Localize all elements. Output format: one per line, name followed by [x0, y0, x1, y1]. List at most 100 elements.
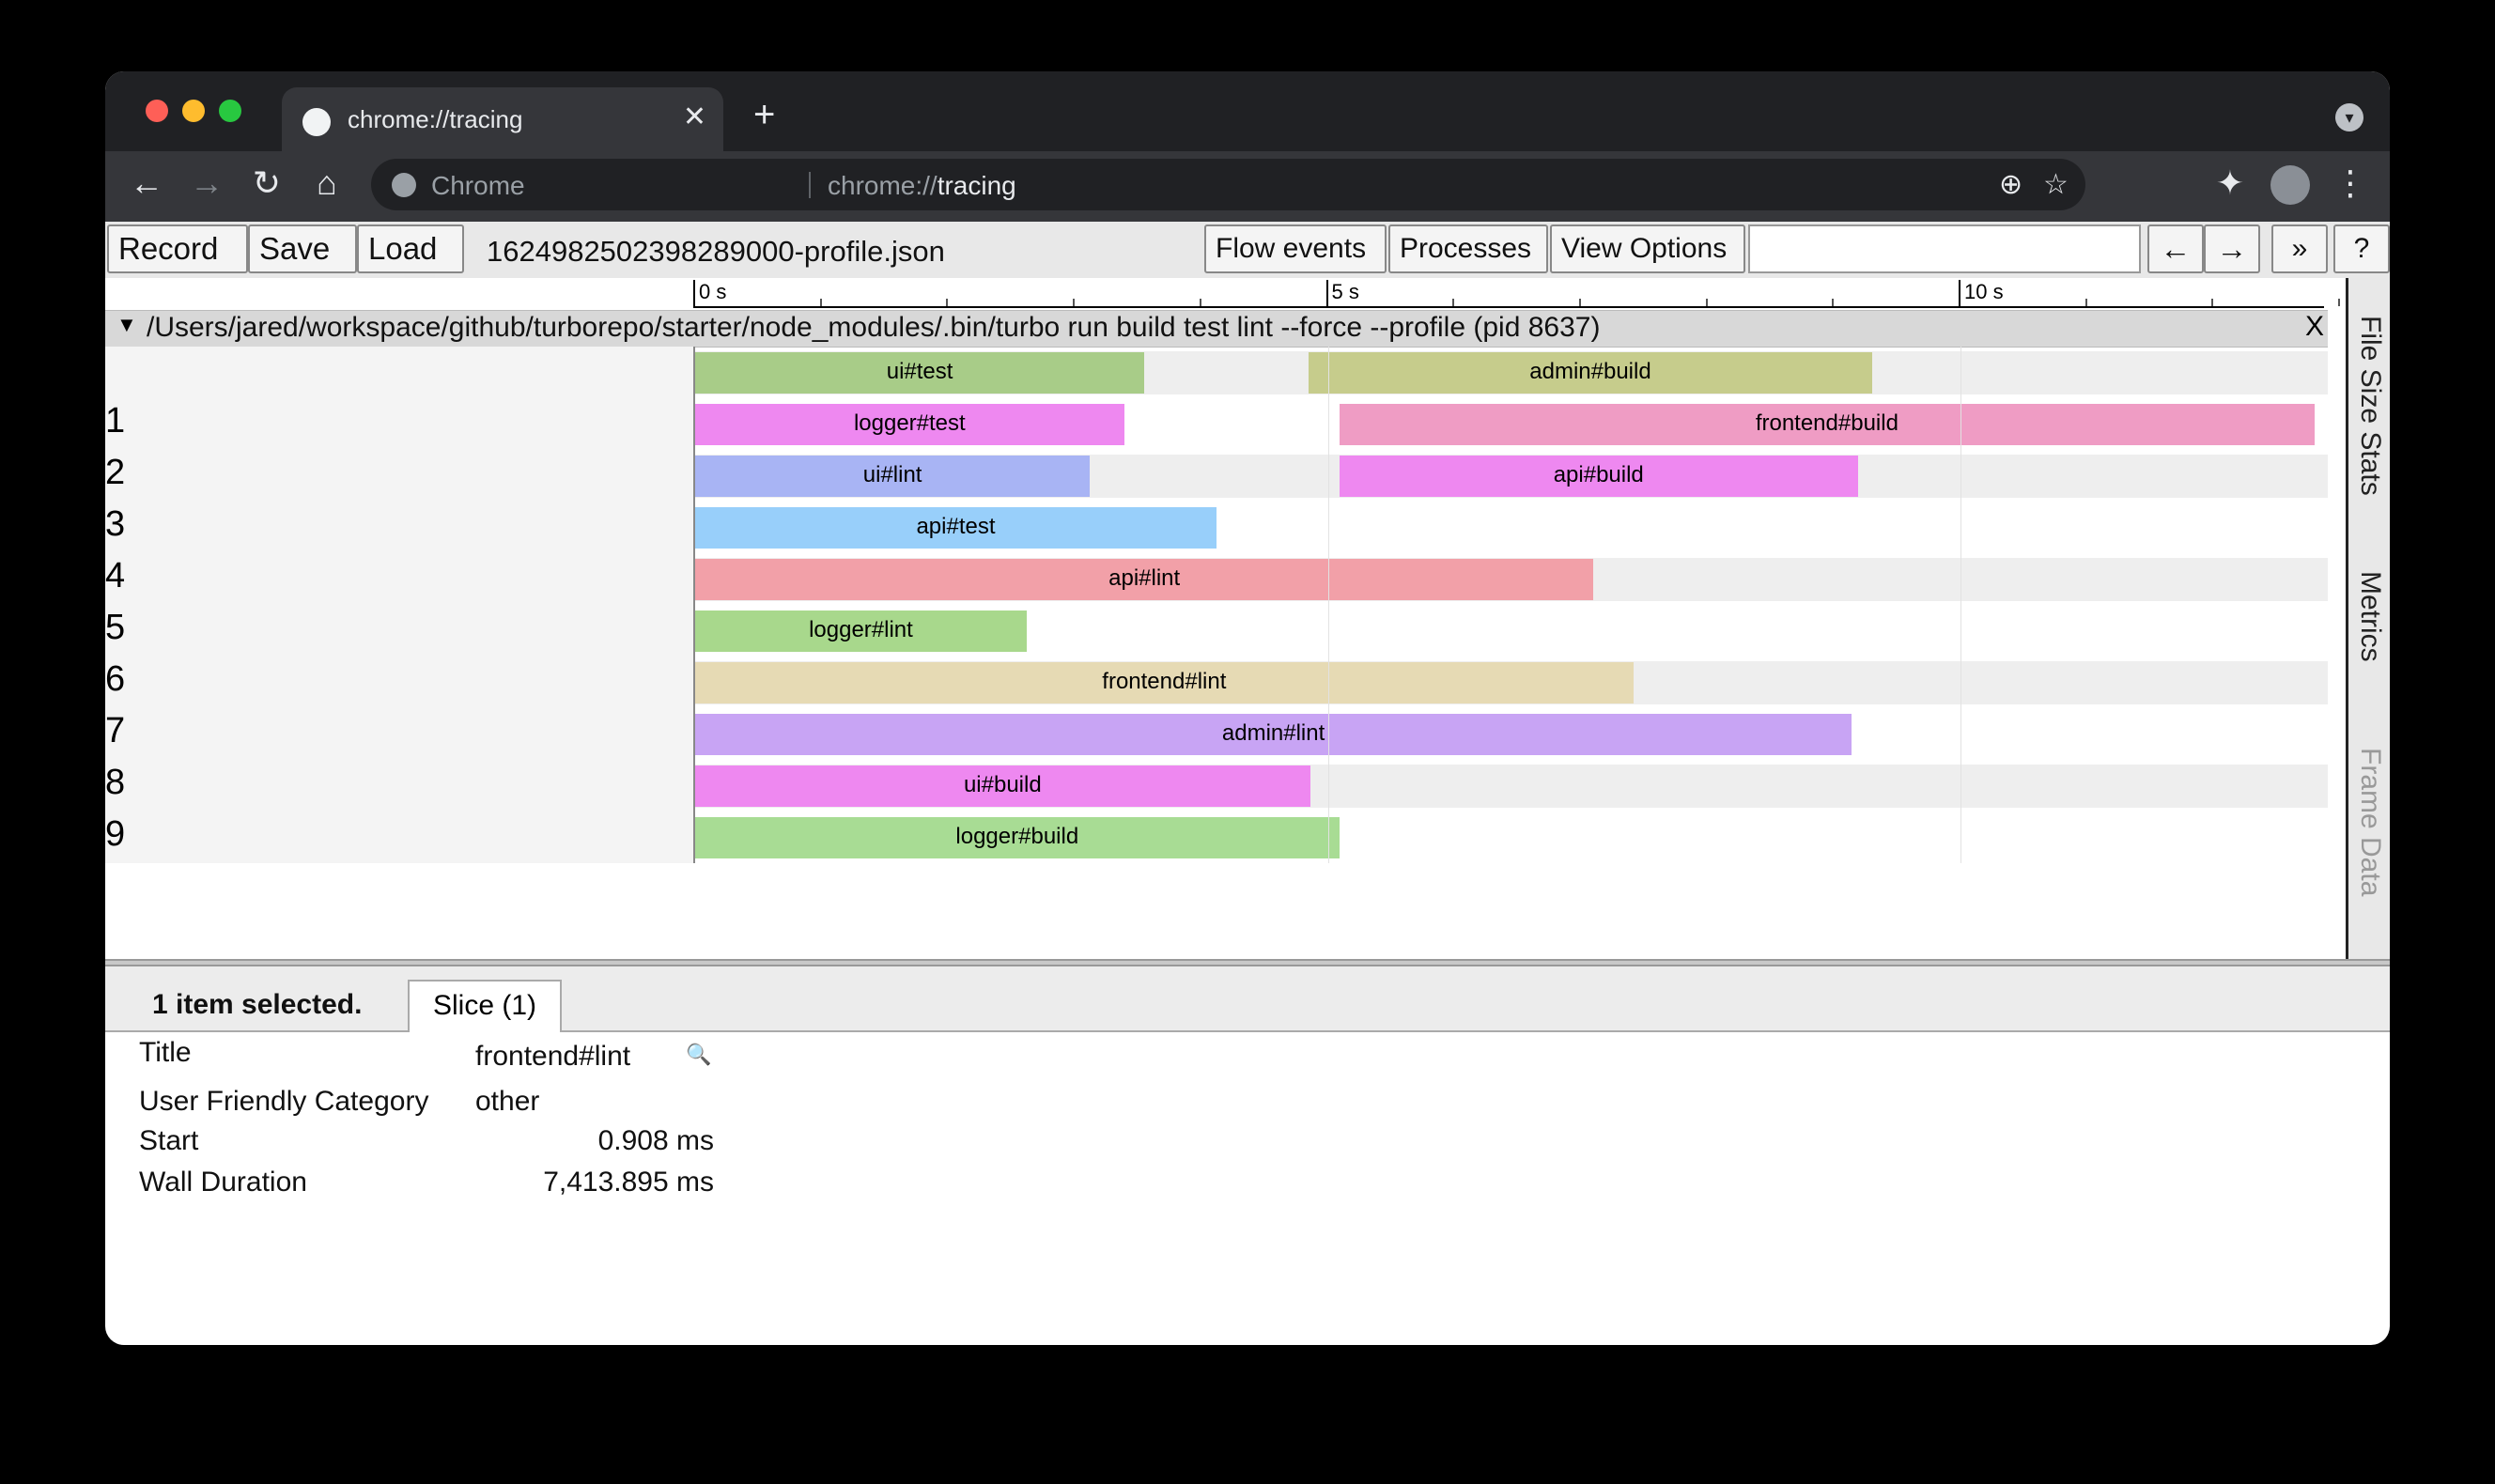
title-bar: chrome://tracing ✕ + ▾ [105, 71, 2390, 153]
panel-splitter[interactable] [105, 959, 2390, 966]
selection-count: 1 item selected. [152, 989, 363, 1020]
tab-close-icon[interactable]: ✕ [683, 100, 706, 133]
trace-slice[interactable]: admin#build [1309, 352, 1872, 394]
record-button[interactable]: Record [107, 224, 248, 273]
ruler-minor-tick [2084, 299, 2087, 306]
bookmark-star-icon[interactable]: ☆ [2043, 168, 2069, 201]
browser-window: chrome://tracing ✕ + ▾ ← → ↻ ⌂ Chrome ch… [105, 71, 2390, 1345]
omnibox-divider [809, 172, 811, 198]
process-close-button[interactable]: X [2305, 311, 2324, 343]
chrome-icon [392, 173, 416, 197]
trace-slice[interactable]: logger#build [695, 817, 1340, 858]
ruler-major-tick [1325, 280, 1328, 306]
ruler-tick-label: 0 s [699, 280, 727, 303]
view-options-button[interactable]: View Options [1550, 224, 1745, 273]
address-bar[interactable]: Chrome chrome://tracing ⊕ ☆ [371, 159, 2085, 210]
ruler-minor-tick [819, 299, 822, 306]
category-label: User Friendly Category [139, 1086, 429, 1117]
trace-slice[interactable]: api#build [1339, 456, 1858, 497]
url-host: tracing [937, 171, 1016, 200]
search-icon[interactable]: 🔍 [686, 1043, 711, 1067]
find-input[interactable] [1748, 224, 2141, 273]
thread-label: 9 [105, 814, 126, 854]
ruler-tick-label: 10 s [1964, 280, 2004, 303]
ruler-major-tick [1959, 280, 1960, 306]
tab-title: chrome://tracing [348, 105, 523, 133]
details-header: 1 item selected. Slice (1) [105, 966, 2390, 1032]
extensions-icon[interactable]: ✦ [2209, 164, 2251, 202]
ruler-minor-tick [1705, 299, 1708, 306]
trace-slice[interactable]: api#test [695, 507, 1217, 549]
ruler-tick-label: 5 s [1331, 280, 1359, 303]
file-size-stats-tab[interactable]: File Size Stats [2354, 316, 2386, 496]
thread-label: 8 [105, 763, 126, 802]
process-title: /Users/jared/workspace/github/turborepo/… [147, 312, 1601, 343]
processes-button[interactable]: Processes [1388, 224, 1548, 273]
profile-avatar[interactable] [2270, 165, 2310, 205]
grid-line [1960, 347, 1961, 863]
tab-favicon-icon [302, 108, 331, 136]
ruler-minor-tick [1578, 299, 1581, 306]
more-button[interactable]: » [2271, 224, 2328, 273]
title-label: Title [139, 1037, 192, 1068]
ruler-minor-tick [1832, 299, 1835, 306]
start-label: Start [139, 1125, 199, 1156]
minimize-window-button[interactable] [182, 100, 205, 122]
trace-slice[interactable]: api#lint [695, 559, 1594, 600]
forward-icon[interactable]: → [186, 164, 227, 202]
thread-label: 5 [105, 608, 126, 647]
process-header[interactable]: ▼ /Users/jared/workspace/github/turborep… [105, 310, 2328, 348]
title-value[interactable]: frontend#lint [475, 1041, 630, 1073]
collapse-arrow-icon[interactable]: ▼ [116, 313, 137, 337]
zoom-icon[interactable]: ⊕ [1999, 168, 2022, 201]
time-ruler[interactable]: 0 s 5 s 10 s [693, 278, 2341, 308]
flow-events-button[interactable]: Flow events [1204, 224, 1387, 273]
close-window-button[interactable] [146, 100, 168, 122]
ruler-major-tick [693, 280, 695, 306]
trace-slice[interactable]: ui#lint [695, 456, 1091, 497]
metrics-tab[interactable]: Metrics [2354, 571, 2386, 662]
save-button[interactable]: Save [248, 224, 357, 273]
trace-slice[interactable]: logger#test [695, 404, 1124, 445]
ruler-minor-tick [2338, 299, 2341, 306]
thread-label: 7 [105, 711, 126, 750]
timeline-view[interactable]: 0 s 5 s 10 s ▼ /Users/jared/workspace/gith… [105, 278, 2346, 954]
back-icon[interactable]: ← [126, 164, 167, 202]
tab-tracing[interactable]: chrome://tracing ✕ [282, 87, 723, 153]
start-value: 0.908 ms [597, 1125, 714, 1156]
menu-icon[interactable]: ⋮ [2330, 164, 2371, 202]
home-icon[interactable]: ⌂ [306, 164, 348, 202]
url-text: chrome://tracing [828, 171, 1016, 201]
find-previous-button[interactable]: ← [2147, 224, 2204, 273]
tracing-toolbar: Record Save Load 1624982502398289000-pro… [105, 222, 2390, 279]
ruler-minor-tick [2211, 299, 2214, 306]
browser-toolbar: ← → ↻ ⌂ Chrome chrome://tracing ⊕ ☆ ✦ ⋮ [105, 151, 2390, 222]
grid-line [1327, 347, 1329, 863]
trace-slice[interactable]: frontend#build [1339, 404, 2316, 445]
trace-slice[interactable]: logger#lint [695, 611, 1027, 652]
url-prefix: chrome:// [828, 171, 938, 200]
trace-slice[interactable]: admin#lint [695, 714, 1852, 755]
thread-label: 3 [105, 504, 126, 544]
load-button[interactable]: Load [357, 224, 464, 273]
duration-label: Wall Duration [139, 1167, 307, 1198]
tab-search-icon[interactable]: ▾ [2335, 103, 2363, 131]
trace-slice[interactable]: ui#test [695, 352, 1145, 394]
thread-label: 1 [105, 401, 126, 441]
thread-label: 2 [105, 453, 126, 492]
ruler-minor-tick [1199, 299, 1201, 306]
tab-slice[interactable]: Slice (1) [408, 980, 562, 1032]
duration-value: 7,413.895 ms [543, 1167, 714, 1198]
trace-slice[interactable]: frontend#lint [695, 662, 1634, 703]
frame-data-tab[interactable]: Frame Data [2354, 748, 2386, 896]
zoom-window-button[interactable] [219, 100, 241, 122]
trace-slice[interactable]: ui#build [695, 765, 1310, 807]
help-button[interactable]: ? [2333, 224, 2390, 273]
thread-label-column [105, 347, 695, 863]
new-tab-button[interactable]: + [753, 96, 775, 133]
category-value: other [475, 1086, 540, 1117]
reload-icon[interactable]: ↻ [246, 164, 287, 202]
side-panel: File Size Stats Metrics Frame Data [2346, 278, 2390, 959]
find-next-button[interactable]: → [2204, 224, 2260, 273]
ruler-minor-tick [1073, 299, 1076, 306]
